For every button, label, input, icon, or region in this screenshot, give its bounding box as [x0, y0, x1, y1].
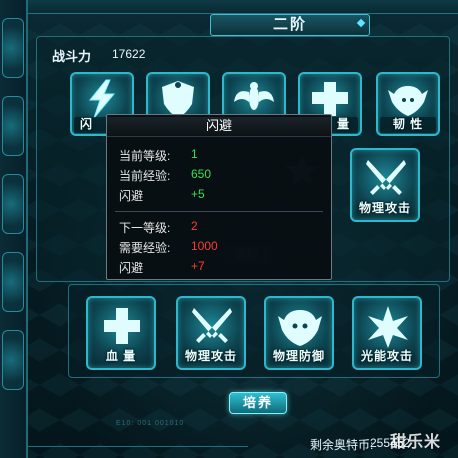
- top-frame: [28, 0, 458, 14]
- left-slot[interactable]: [2, 252, 24, 312]
- power-value: 17622: [112, 47, 146, 61]
- remaining-currency-label: 剩余奥特币:: [310, 438, 374, 452]
- page-title: 二阶: [210, 14, 370, 36]
- tooltip-current-dodge-label: 闪避: [119, 189, 144, 203]
- tooltip-required-exp-value: 1000: [191, 239, 218, 253]
- skill-label: 光能攻击: [360, 349, 413, 363]
- left-sidebar: [0, 0, 28, 458]
- tooltip-divider: [115, 211, 323, 212]
- crossed-swords-icon: [366, 160, 406, 195]
- tooltip-current-exp-value: 650: [191, 167, 212, 181]
- skill-tile-physical-defense-bottom[interactable]: 物理防御: [264, 296, 334, 370]
- crossed-swords-icon: [192, 308, 232, 343]
- tooltip-next-level-value: 2: [191, 219, 198, 233]
- bottom-divider: [28, 446, 248, 447]
- skill-tile-physical-attack-bottom[interactable]: 物理攻击: [176, 296, 246, 370]
- blood-cross-icon: [104, 308, 140, 344]
- skill-tile-physical-attack-mid[interactable]: 物理攻击: [350, 148, 420, 222]
- tooltip-next-dodge-value: +7: [191, 259, 205, 273]
- tooltip-title: 闪避: [107, 117, 331, 137]
- skill-tile-tenacity[interactable]: 韧 性: [376, 72, 440, 136]
- star-burst-icon: [368, 306, 408, 348]
- tooltip-current-dodge-value: +5: [191, 187, 205, 201]
- tenacity-icon: [388, 86, 428, 116]
- skill-label: 韧 性: [392, 117, 424, 131]
- skill-tooltip: 闪避 当前等级: 1 当前经验: 650 闪避 +5 下一等级: 2 需要经验:…: [106, 114, 332, 280]
- skill-label: 血 量: [105, 349, 137, 363]
- skill-tile-blood-bottom[interactable]: 血 量: [86, 296, 156, 370]
- physical-defense-icon: [278, 310, 322, 346]
- left-slot[interactable]: [2, 18, 24, 78]
- skill-label: 物理攻击: [358, 201, 411, 215]
- left-slot[interactable]: [2, 330, 24, 390]
- power-label: 战斗力: [52, 49, 92, 64]
- skill-label: 物理攻击: [184, 349, 237, 363]
- tooltip-current-level-value: 1: [191, 147, 198, 161]
- left-slot[interactable]: [2, 96, 24, 156]
- watermark: 甜乐米: [390, 434, 442, 451]
- tooltip-required-exp-label: 需要经验:: [119, 241, 171, 255]
- tooltip-current-exp-label: 当前经验:: [119, 169, 171, 183]
- tooltip-current-level-label: 当前等级:: [119, 149, 171, 163]
- cultivate-button[interactable]: 培养: [229, 392, 287, 414]
- left-slot[interactable]: [2, 174, 24, 234]
- serial-text: E10: 001 001010: [116, 420, 185, 427]
- tooltip-next-dodge-label: 闪避: [119, 261, 144, 275]
- skill-tile-light-attack-bottom[interactable]: 光能攻击: [352, 296, 422, 370]
- tooltip-next-level-label: 下一等级:: [119, 221, 171, 235]
- skill-label: 物理防御: [272, 349, 325, 363]
